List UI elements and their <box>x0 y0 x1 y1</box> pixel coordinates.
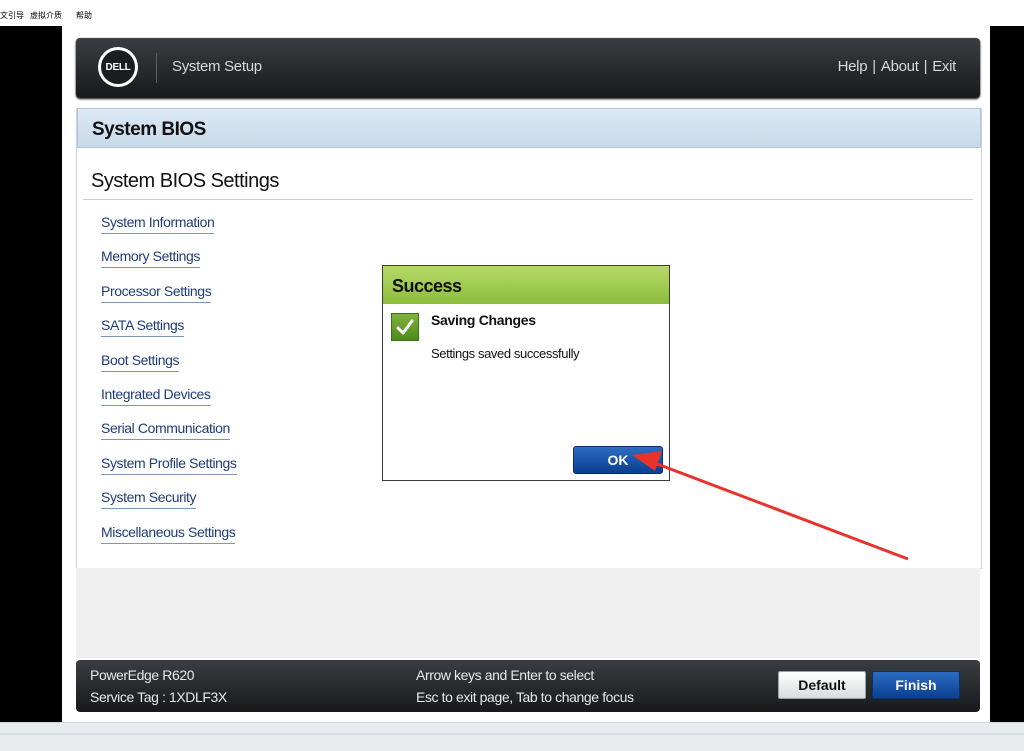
about-link[interactable]: About <box>881 58 919 75</box>
menu-item: Integrated Devices <box>101 386 237 420</box>
check-icon <box>391 313 419 341</box>
right-border <box>990 26 1024 722</box>
help-link[interactable]: Help <box>838 58 868 75</box>
menu-item: System Security <box>101 489 237 523</box>
dialog-message: Settings saved successfully <box>431 346 580 361</box>
settings-menu: System Information Memory Settings Proce… <box>101 214 237 558</box>
host-menu-bar: 文引导 虚拟介质 帮助 <box>0 0 1024 26</box>
link-separator: | <box>872 58 876 75</box>
header-bar: DELL System Setup Help | About | Exit <box>76 38 980 98</box>
dell-logo: DELL <box>98 47 138 87</box>
host-status-bar <box>0 722 1024 751</box>
menu-link-system-security[interactable]: System Security <box>101 489 197 510</box>
menu-link-system-profile-settings[interactable]: System Profile Settings <box>101 455 237 475</box>
menu-link-boot-settings[interactable]: Boot Settings <box>101 352 179 372</box>
heading-divider <box>83 199 973 200</box>
page-heading: System BIOS Settings <box>91 170 279 192</box>
menu-item: System Information <box>101 214 237 248</box>
page-title: System BIOS <box>92 119 206 140</box>
hint-navigation: Arrow keys and Enter to select <box>416 667 594 683</box>
host-menu-item-guide[interactable]: 文引导 <box>0 10 24 21</box>
menu-link-memory-settings[interactable]: Memory Settings <box>101 248 200 269</box>
menu-item: System Profile Settings <box>101 455 237 489</box>
menu-link-processor-settings[interactable]: Processor Settings <box>101 283 212 303</box>
success-dialog: Success Saving Changes Settings saved su… <box>382 265 670 481</box>
menu-link-sata-settings[interactable]: SATA Settings <box>101 317 184 338</box>
dialog-title: Success <box>392 276 462 296</box>
dialog-heading: Saving Changes <box>431 312 536 328</box>
host-menu-item-virtual-media[interactable]: 虚拟介质 <box>30 10 62 21</box>
finish-button[interactable]: Finish <box>872 671 960 699</box>
menu-item: Miscellaneous Settings <box>101 524 237 558</box>
dell-logo-text: DELL <box>101 50 135 84</box>
menu-item: Memory Settings <box>101 248 237 282</box>
menu-link-serial-communication[interactable]: Serial Communication <box>101 420 230 441</box>
host-menu-item-help[interactable]: 帮助 <box>76 10 92 21</box>
status-bar-line <box>0 733 1024 735</box>
dialog-titlebar: Success <box>383 266 669 304</box>
header-divider <box>156 53 157 83</box>
menu-item: Processor Settings <box>101 283 237 317</box>
page-titlebar: System BIOS <box>77 108 981 148</box>
menu-item: Serial Communication <box>101 420 237 454</box>
menu-link-system-information[interactable]: System Information <box>101 214 215 234</box>
menu-link-miscellaneous-settings[interactable]: Miscellaneous Settings <box>101 524 236 544</box>
service-tag: Service Tag : 1XDLF3X <box>90 689 227 705</box>
hint-focus: Esc to exit page, Tab to change focus <box>416 689 634 705</box>
lower-empty-area <box>76 568 980 658</box>
left-border <box>0 26 62 722</box>
header-links: Help | About | Exit <box>838 58 957 75</box>
ok-button[interactable]: OK <box>573 446 663 474</box>
menu-item: Boot Settings <box>101 352 237 386</box>
menu-link-integrated-devices[interactable]: Integrated Devices <box>101 386 211 406</box>
model-name: PowerEdge R620 <box>90 667 195 683</box>
footer-bar: PowerEdge R620 Service Tag : 1XDLF3X Arr… <box>76 660 980 712</box>
link-separator: | <box>923 58 928 75</box>
app-title: System Setup <box>172 58 262 75</box>
default-button[interactable]: Default <box>778 671 866 699</box>
menu-item: SATA Settings <box>101 317 237 351</box>
exit-link[interactable]: Exit <box>932 58 956 75</box>
